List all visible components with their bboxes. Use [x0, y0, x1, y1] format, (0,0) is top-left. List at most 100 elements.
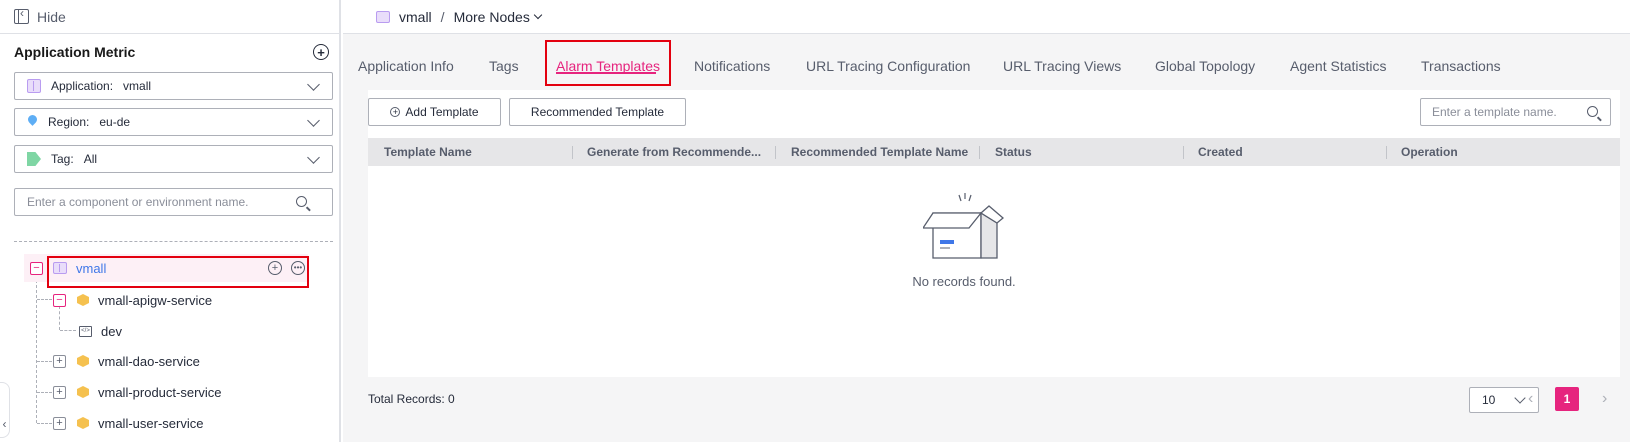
- tree-node-user[interactable]: + vmall-user-service: [53, 409, 203, 437]
- component-search: [14, 188, 333, 216]
- tree-node-label: dev: [101, 323, 122, 339]
- tree-node-label: vmall-dao-service: [98, 353, 200, 369]
- sidebar: Hide Application Metric + Application: v…: [0, 0, 341, 442]
- application-icon: [27, 79, 41, 93]
- application-icon: [376, 10, 390, 23]
- page-number-current[interactable]: 1: [1555, 387, 1579, 411]
- app-root: Hide Application Metric + Application: v…: [0, 0, 1630, 442]
- column-header: Operation: [1401, 145, 1458, 159]
- tree-node-label: vmall-user-service: [98, 415, 204, 431]
- chevron-down-icon[interactable]: [533, 10, 543, 19]
- tree-node-label: vmall-apigw-service: [98, 292, 213, 308]
- hide-label: Hide: [37, 8, 66, 25]
- tree-guide-line: [37, 299, 52, 300]
- tab-notifications[interactable]: Notifications: [694, 58, 770, 74]
- plus-circle-icon: +: [390, 107, 401, 117]
- tab-agent-statistics[interactable]: Agent Statistics: [1290, 58, 1387, 74]
- expand-toggle-icon[interactable]: +: [53, 416, 66, 430]
- tree-node-product[interactable]: + vmall-product-service: [53, 378, 222, 406]
- application-select[interactable]: Application: vmall: [14, 72, 333, 100]
- add-template-label: Add Template: [405, 105, 479, 119]
- tag-select-value: All: [83, 152, 98, 166]
- chevron-left-icon: ‹: [2, 417, 7, 431]
- tab-bar: Application Info Tags Alarm Templates No…: [343, 36, 1630, 92]
- service-cube-icon: [77, 386, 89, 398]
- breadcrumb: vmall / More Nodes: [343, 0, 1630, 34]
- total-records: Total Records: 0: [368, 392, 455, 406]
- expand-toggle-icon[interactable]: +: [53, 385, 66, 399]
- search-icon[interactable]: [1587, 106, 1598, 117]
- service-cube-icon: [77, 355, 89, 367]
- empty-box-icon: [923, 193, 1005, 259]
- region-select-value: eu-de: [99, 115, 131, 129]
- service-cube-icon: [77, 294, 89, 306]
- chevron-down-icon: [307, 114, 320, 127]
- column-divider: [572, 146, 573, 159]
- column-divider: [979, 146, 980, 159]
- template-search-input[interactable]: [1421, 99, 1581, 125]
- column-header: Generate from Recommende...: [587, 145, 762, 159]
- region-select-label: Region:: [48, 115, 90, 129]
- application-select-label: Application:: [51, 79, 114, 93]
- column-divider: [1386, 146, 1387, 159]
- collapse-toggle-icon[interactable]: −: [53, 293, 66, 307]
- more-nodes-dropdown[interactable]: More Nodes: [454, 9, 530, 25]
- collapse-panel-icon: [14, 6, 29, 24]
- tree-node-label: vmall-product-service: [98, 384, 222, 400]
- tab-url-tracing-configuration[interactable]: URL Tracing Configuration: [806, 58, 970, 74]
- tree-node-dao[interactable]: + vmall-dao-service: [53, 347, 200, 375]
- tree-guide-line: [37, 361, 52, 362]
- column-header: Created: [1198, 145, 1243, 159]
- search-icon[interactable]: [296, 196, 307, 207]
- sidebar-collapse-handle[interactable]: ‹: [0, 382, 10, 438]
- divider: [14, 241, 333, 242]
- collapse-toggle-icon[interactable]: −: [30, 261, 43, 275]
- previous-page-icon[interactable]: ‹: [1528, 390, 1533, 408]
- application-select-value: vmall: [123, 79, 152, 93]
- tree-guide-line: [37, 392, 52, 393]
- column-divider: [775, 146, 776, 159]
- tag-select-label: Tag:: [51, 152, 74, 166]
- tree-guide-line: [37, 423, 52, 424]
- expand-toggle-icon[interactable]: +: [53, 354, 66, 368]
- tab-global-topology[interactable]: Global Topology: [1155, 58, 1255, 74]
- tree-node-apigw[interactable]: − vmall-apigw-service: [53, 286, 212, 314]
- tree-node-dev[interactable]: </> dev: [79, 317, 122, 345]
- chevron-down-icon: [1514, 392, 1526, 404]
- tab-transactions[interactable]: Transactions: [1421, 58, 1501, 74]
- region-select[interactable]: Region: eu-de: [14, 108, 333, 136]
- empty-state-text: No records found.: [912, 274, 1016, 289]
- tab-tags[interactable]: Tags: [489, 58, 519, 74]
- breadcrumb-app[interactable]: vmall: [399, 9, 432, 25]
- add-application-icon[interactable]: +: [313, 44, 329, 60]
- sidebar-title: Application Metric: [14, 44, 136, 60]
- table-header: Template Name Generate from Recommende..…: [368, 138, 1620, 166]
- tree-guide-line: [60, 330, 76, 331]
- recommended-template-button[interactable]: Recommended Template: [509, 98, 686, 126]
- chevron-down-icon: [307, 151, 320, 164]
- tab-url-tracing-views[interactable]: URL Tracing Views: [1003, 58, 1121, 74]
- location-pin-icon: [27, 115, 38, 129]
- column-header: Status: [995, 145, 1032, 159]
- chevron-down-icon: [307, 78, 320, 91]
- highlight-box: [47, 256, 309, 288]
- tab-application-info[interactable]: Application Info: [358, 58, 454, 74]
- recommended-template-label: Recommended Template: [530, 105, 665, 119]
- add-template-button[interactable]: + Add Template: [368, 98, 501, 126]
- tag-select[interactable]: Tag: All: [14, 145, 333, 173]
- template-search: [1420, 98, 1611, 126]
- column-divider: [1183, 146, 1184, 159]
- breadcrumb-separator: /: [440, 8, 445, 25]
- column-header: Template Name: [384, 145, 472, 159]
- service-cube-icon: [77, 417, 89, 429]
- page-size-value: 10: [1482, 393, 1496, 407]
- hide-sidebar-button[interactable]: Hide: [0, 0, 339, 34]
- highlight-box: [545, 40, 671, 86]
- environment-code-icon: </>: [79, 325, 92, 337]
- column-header: Recommended Template Name: [791, 145, 969, 159]
- tree-guide-line: [36, 275, 37, 423]
- component-search-input[interactable]: [15, 189, 295, 215]
- main-content: vmall / More Nodes Application Info Tags…: [343, 0, 1630, 442]
- tag-icon: [27, 152, 41, 166]
- next-page-icon[interactable]: ›: [1602, 390, 1607, 408]
